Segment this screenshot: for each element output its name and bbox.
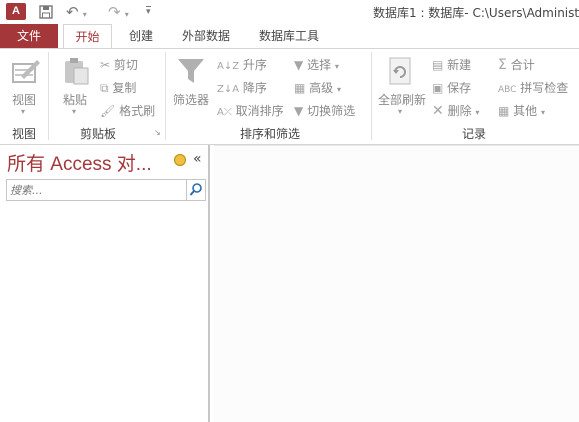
totals-button[interactable]: Σ 合计	[498, 56, 535, 73]
copy-button[interactable]: ⧉ 复制	[100, 79, 136, 96]
tab-create[interactable]: 创建	[120, 24, 162, 48]
selection-label: 选择	[307, 58, 332, 72]
delete-record-button[interactable]: ✕ 删除 ▾	[432, 102, 479, 119]
spell-check-icon: ABC	[498, 85, 517, 95]
refresh-icon	[389, 57, 411, 85]
document-work-area[interactable]	[214, 145, 579, 422]
tab-file[interactable]: 文件	[0, 24, 58, 48]
undo-dropdown-icon[interactable]: ▾	[83, 10, 87, 19]
toggle-filter-button[interactable]: ▼ 切换筛选	[294, 102, 355, 119]
refresh-all-button[interactable]	[388, 56, 414, 89]
nav-pane-title[interactable]: 所有 Access 对...	[7, 149, 152, 176]
advanced-label: 高级	[309, 81, 334, 95]
format-painter-label: 格式刷	[119, 104, 156, 118]
format-painter-button[interactable]: 🖌 格式刷	[100, 102, 155, 119]
spelling-button[interactable]: ABC 拼写检查	[498, 79, 568, 96]
filter-selection-icon: ▼	[294, 58, 304, 72]
undo-icon: ↶	[66, 3, 79, 21]
clear-sort-button[interactable]: A⤫ 取消排序	[217, 102, 284, 119]
window-title: 数据库1 : 数据库- C:\Users\Administ	[373, 6, 579, 20]
nav-search-box	[6, 179, 206, 201]
delete-dropdown-icon: ▾	[475, 108, 480, 117]
paste-button[interactable]	[62, 56, 90, 89]
new-record-button[interactable]: ▤ 新建	[432, 56, 471, 73]
save-label: 保存	[447, 81, 472, 95]
toggle-filter-label: 切换筛选	[307, 104, 356, 118]
advanced-dropdown-icon: ▾	[337, 85, 342, 94]
customize-qat-icon: ▾	[146, 6, 151, 17]
view-button-label: 视图	[12, 93, 37, 107]
delete-x-icon: ✕	[432, 103, 444, 119]
new-record-icon: ▤	[432, 58, 444, 72]
tab-external-data[interactable]: 外部数据	[172, 24, 240, 48]
filter-button-label: 筛选器	[173, 93, 210, 107]
paste-button-label: 粘贴	[63, 93, 88, 107]
collapse-pane-icon[interactable]: «	[193, 151, 202, 167]
search-icon	[189, 183, 202, 196]
more-label: 其他	[513, 104, 538, 118]
spelling-label: 拼写检查	[520, 81, 569, 95]
sort-ascending-button[interactable]: A↓Z 升序	[217, 56, 267, 73]
paste-dropdown-icon[interactable]: ▾	[72, 107, 76, 116]
group-label-sort-filter: 排序和筛选	[240, 127, 301, 141]
more-button[interactable]: ▦ 其他 ▾	[498, 102, 545, 119]
group-label-view: 视图	[12, 127, 37, 141]
scissors-icon: ✂	[100, 58, 111, 72]
filter-button[interactable]	[176, 56, 206, 89]
quick-access-save[interactable]	[38, 3, 54, 21]
save-record-icon: ▣	[432, 81, 444, 95]
toggle-filter-icon: ▼	[294, 104, 304, 118]
clear-sort-icon: A⤫	[217, 107, 232, 118]
descending-label: 降序	[242, 81, 267, 95]
copy-icon: ⧉	[100, 81, 109, 95]
group-label-records: 记录	[462, 127, 487, 141]
customize-qat-button[interactable]: ▾	[146, 3, 151, 21]
sort-ascending-icon: A↓Z	[217, 61, 240, 72]
access-app-icon[interactable]: A	[6, 3, 26, 20]
tab-home[interactable]: 开始	[63, 24, 112, 49]
delete-label: 删除	[447, 104, 472, 118]
group-separator	[48, 52, 49, 140]
refresh-all-label: 全部刷新	[378, 93, 427, 107]
redo-icon: ↷	[108, 3, 121, 21]
clear-sort-label: 取消排序	[235, 104, 284, 118]
quick-access-undo[interactable]: ↶ ▾	[66, 3, 87, 21]
view-button[interactable]	[11, 56, 41, 89]
copy-label: 复制	[112, 81, 137, 95]
advanced-filter-button[interactable]: ▦ 高级 ▾	[294, 79, 341, 96]
more-dropdown-icon: ▾	[541, 108, 546, 117]
paintbrush-icon: 🖌	[100, 104, 116, 118]
group-separator	[371, 52, 372, 140]
sort-descending-button[interactable]: Z↓A 降序	[217, 79, 267, 96]
nav-menu-dropdown-icon[interactable]	[174, 154, 186, 166]
view-icon	[12, 60, 40, 83]
group-separator	[165, 52, 166, 140]
refresh-dropdown-icon[interactable]: ▾	[398, 107, 402, 116]
sigma-icon: Σ	[498, 57, 507, 73]
totals-label: 合计	[510, 58, 535, 72]
view-dropdown-icon[interactable]: ▾	[21, 107, 25, 116]
advanced-filter-icon: ▦	[294, 81, 306, 95]
nav-search-input[interactable]	[7, 180, 190, 200]
selection-dropdown-icon: ▾	[334, 62, 339, 71]
quick-access-redo[interactable]: ↷ ▾	[108, 3, 129, 21]
save-record-button[interactable]: ▣ 保存	[432, 79, 471, 96]
save-icon	[39, 5, 53, 19]
redo-dropdown-icon[interactable]: ▾	[125, 10, 129, 19]
clipboard-launcher-icon[interactable]: ↘	[154, 128, 161, 137]
clipboard-icon	[65, 58, 89, 85]
cut-label: 剪切	[113, 58, 138, 72]
cut-button[interactable]: ✂ 剪切	[100, 56, 138, 73]
ascending-label: 升序	[242, 58, 267, 72]
more-grid-icon: ▦	[498, 104, 510, 118]
funnel-icon	[178, 59, 204, 83]
selection-filter-button[interactable]: ▼ 选择 ▾	[294, 56, 339, 73]
new-label: 新建	[447, 58, 472, 72]
search-button[interactable]	[186, 180, 205, 200]
group-label-clipboard: 剪贴板	[80, 127, 117, 141]
sort-descending-icon: Z↓A	[217, 84, 240, 95]
tab-database-tools[interactable]: 数据库工具	[250, 24, 328, 48]
